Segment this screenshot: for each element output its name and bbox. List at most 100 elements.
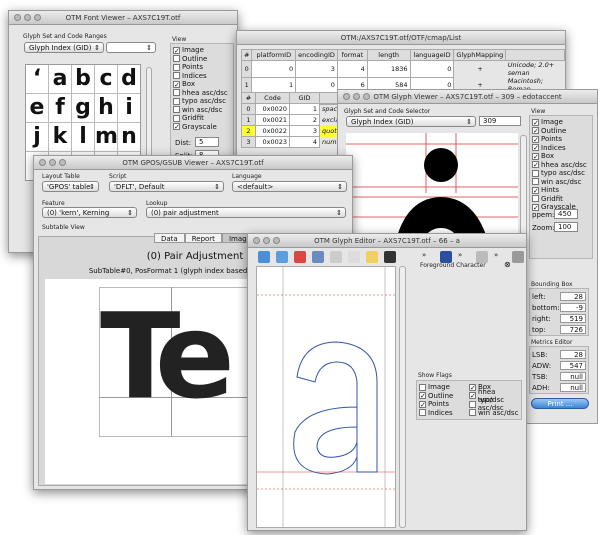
checkbox-win-asc-dsc[interactable]: win asc/dsc xyxy=(173,106,231,115)
checkbox-outline[interactable]: ✓ Outline xyxy=(532,127,590,136)
metric-field[interactable]: 547 xyxy=(560,361,586,370)
checkbox-icon[interactable] xyxy=(173,114,180,122)
checkbox-outline[interactable]: Outline xyxy=(173,55,231,64)
code-range-select[interactable] xyxy=(106,42,156,53)
column-header[interactable]: # xyxy=(240,49,253,61)
column-header[interactable]: encodingID xyxy=(295,49,338,61)
glyph-cell[interactable]: j xyxy=(26,123,48,151)
title-bar[interactable]: OTM Glyph Viewer – AXS7C19T.otf – 309 – … xyxy=(338,90,597,104)
title-bar[interactable]: OTM:/AXS7C19T.otf/OTF/cmap/List xyxy=(237,31,565,45)
glyph-cell[interactable]: i xyxy=(118,94,140,122)
checkbox-icon[interactable] xyxy=(173,72,180,80)
new-icon[interactable] xyxy=(366,251,378,263)
glyph-set-select[interactable]: Glyph Index (GID) xyxy=(24,42,104,53)
checkbox-icon[interactable]: ✓ xyxy=(419,400,426,408)
close-icon[interactable]: ⊗ xyxy=(504,260,511,269)
column-header[interactable]: platformID xyxy=(251,49,297,61)
glyph-cell[interactable]: a xyxy=(49,65,71,93)
checkbox-icon[interactable]: ✓ xyxy=(173,123,180,131)
delete-icon[interactable] xyxy=(294,251,306,263)
copy-icon[interactable] xyxy=(330,251,342,263)
undo-icon[interactable] xyxy=(258,251,270,263)
metric-field[interactable]: -9 xyxy=(560,303,586,312)
redo-icon[interactable] xyxy=(276,251,288,263)
checkbox-box[interactable]: ✓ Box xyxy=(532,152,590,161)
checkbox-indices[interactable]: Indices xyxy=(419,409,469,418)
checkbox-icon[interactable] xyxy=(173,89,180,97)
checkbox-icon[interactable]: ✓ xyxy=(532,144,539,152)
checkbox-win-asc-dsc[interactable]: win asc/dsc xyxy=(532,178,590,187)
glyph-cell[interactable]: l xyxy=(72,123,94,151)
checkbox-icon[interactable]: ✓ xyxy=(173,46,180,54)
glyph-cell[interactable]: f xyxy=(49,94,71,122)
metric-field[interactable]: 519 xyxy=(560,314,586,323)
checkbox-win-asc-dsc[interactable]: win asc/dsc xyxy=(469,409,519,418)
column-header[interactable]: GID xyxy=(289,92,320,104)
language-select[interactable]: <default> xyxy=(232,181,347,192)
checkbox-icon[interactable] xyxy=(532,178,539,186)
column-header[interactable]: languageID xyxy=(409,49,455,61)
grid-icon[interactable] xyxy=(512,251,524,263)
checkbox-icon[interactable]: ✓ xyxy=(532,118,539,126)
table-row[interactable]: 0 0 3 4 1836 0 + Unicode; 2.0+ seman xyxy=(240,60,565,78)
tab-report[interactable]: Report xyxy=(184,233,222,243)
column-header[interactable]: Code xyxy=(255,92,290,104)
glyph-cell[interactable]: e xyxy=(26,94,48,122)
gid-field[interactable]: 309 xyxy=(479,116,521,126)
checkbox-points[interactable]: Points xyxy=(173,63,231,72)
cut-icon[interactable] xyxy=(312,251,324,263)
checkbox-hints[interactable]: ✓ Hints xyxy=(532,186,590,195)
checkbox-icon[interactable]: ✓ xyxy=(532,186,539,194)
scrollbar[interactable] xyxy=(399,266,406,528)
checkbox-icon[interactable]: ✓ xyxy=(419,392,426,400)
lookup-select[interactable]: (0) pair adjustment xyxy=(146,207,346,218)
checkbox-typo-asc-dsc[interactable]: typo asc/dsc xyxy=(469,396,519,412)
glyph-cell[interactable]: n xyxy=(118,123,140,151)
layout-table-select[interactable]: 'GPOS' table xyxy=(42,181,99,192)
edit-canvas[interactable] xyxy=(256,266,396,528)
glyph-cell[interactable]: h xyxy=(95,94,117,122)
checkbox-icon[interactable]: ✓ xyxy=(469,392,476,400)
column-header[interactable]: GlyphMapping xyxy=(453,49,507,61)
checkbox-box[interactable]: ✓ Box xyxy=(173,80,231,89)
checkbox-icon[interactable] xyxy=(173,106,180,114)
glyph-cell[interactable]: g xyxy=(72,94,94,122)
checkbox-gridfit[interactable]: Gridfit xyxy=(532,195,590,204)
metric-field[interactable]: 28 xyxy=(560,292,586,301)
checkbox-icon[interactable]: ✓ xyxy=(532,127,539,135)
ppem-field[interactable]: 450 xyxy=(554,209,578,219)
glyph-set-select[interactable]: Glyph Index (GID) xyxy=(346,116,476,127)
column-header[interactable]: # xyxy=(241,92,256,104)
checkbox-typo-asc-dsc[interactable]: typo asc/dsc xyxy=(173,97,231,106)
checkbox-icon[interactable]: ✓ xyxy=(532,135,539,143)
checkbox-icon[interactable] xyxy=(173,97,180,105)
checkbox-icon[interactable] xyxy=(173,55,180,63)
column-header[interactable]: length xyxy=(366,49,411,61)
checkbox-grayscale[interactable]: ✓ Grayscale xyxy=(173,123,231,132)
checkbox-typo-asc-dsc[interactable]: typo asc/dsc xyxy=(532,169,590,178)
checkbox-icon[interactable] xyxy=(173,63,180,71)
print-button[interactable]: Print ... xyxy=(531,398,589,409)
checkbox-icon[interactable] xyxy=(532,169,539,177)
checkbox-icon[interactable] xyxy=(469,400,476,408)
dist-field[interactable]: 5 xyxy=(195,137,219,147)
checkbox-outline[interactable]: ✓ Outline xyxy=(419,392,469,401)
checkbox-icon[interactable] xyxy=(419,409,426,417)
glyph-cell[interactable]: ‘ xyxy=(26,65,48,93)
feature-select[interactable]: (0) 'kern', Kerning xyxy=(42,207,137,218)
column-header[interactable] xyxy=(505,49,565,61)
metric-field[interactable]: 28 xyxy=(560,350,586,359)
checkbox-image[interactable]: ✓ Image xyxy=(532,118,590,127)
checkbox-icon[interactable]: ✓ xyxy=(532,161,539,169)
checkbox-icon[interactable] xyxy=(469,409,476,417)
metric-field[interactable]: null xyxy=(560,372,586,381)
checkbox-hhea-asc-dsc[interactable]: hhea asc/dsc xyxy=(173,89,231,98)
checkbox-points[interactable]: ✓ Points xyxy=(419,400,469,409)
checkbox-icon[interactable]: ✓ xyxy=(469,383,476,391)
script-select[interactable]: 'DFLT', Default xyxy=(109,181,224,192)
metric-field[interactable]: null xyxy=(560,383,586,392)
checkbox-image[interactable]: Image xyxy=(419,383,469,392)
checkbox-icon[interactable] xyxy=(419,383,426,391)
glyph-cell[interactable]: c xyxy=(95,65,117,93)
tab-data[interactable]: Data xyxy=(154,233,185,243)
